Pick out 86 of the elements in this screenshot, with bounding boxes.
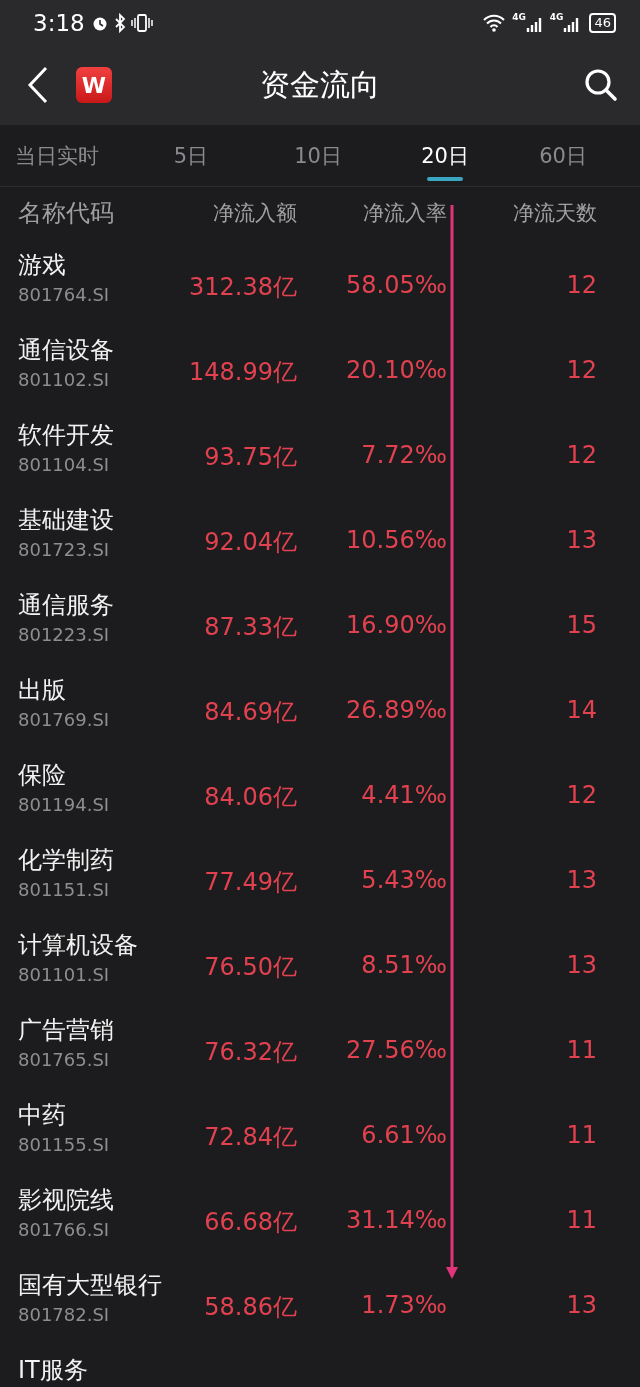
network-label: 4G [512,12,526,22]
sector-code: 801769.SI [18,708,111,732]
inflow-days: 12 [447,356,597,384]
inflow-days: 13 [447,866,597,894]
net-inflow-amount: 84.06亿 [203,782,297,813]
inflow-days: 11 [447,1206,597,1234]
search-icon[interactable] [584,68,618,102]
net-inflow-amount: 84.69亿 [203,697,297,728]
inflow-days: 12 [447,781,597,809]
inflow-days: 11 [447,1121,597,1149]
sector-name: 通信服务 [18,592,115,619]
period-tab[interactable]: 20日 [404,125,486,187]
sector-name: 软件开发 [18,422,115,449]
net-inflow-amount: 72.84亿 [203,1122,297,1153]
period-tab[interactable]: 5日 [150,125,232,187]
sector-code: 801155.SI [18,1133,111,1157]
inflow-days: 13 [447,526,597,554]
sector-code: 801782.SI [18,1303,111,1327]
net-inflow-amount: 77.49亿 [203,867,297,898]
net-inflow-rate: 5.43‰ [360,866,447,894]
sector-code: 801194.SI [18,793,111,817]
net-inflow-amount: 66.68亿 [203,1207,297,1238]
net-inflow-rate: 58.05‰ [345,271,447,299]
column-header[interactable]: 净流入率 [297,199,447,227]
net-inflow-rate: 20.10‰ [345,356,447,384]
net-inflow-amount: 93.75亿 [203,442,297,473]
net-inflow-amount: 312.38亿 [188,272,297,303]
sector-name: 基础建设 [18,507,115,534]
sector-code: 801102.SI [18,368,111,392]
period-tab[interactable]: 60日 [486,125,640,187]
sector-code: 801764.SI [18,283,111,307]
net-inflow-rate: 4.41‰ [360,781,447,809]
inflow-days: 12 [447,271,597,299]
sector-name: IT服务 [18,1357,89,1384]
sector-code: 801151.SI [18,878,111,902]
net-inflow-rate: 10.56‰ [345,526,447,554]
net-inflow-rate: 16.90‰ [345,611,447,639]
net-inflow-amount: 87.33亿 [203,612,297,643]
inflow-days: 11 [447,1036,597,1064]
net-inflow-rate: 8.51‰ [360,951,447,979]
sector-code: 801765.SI [18,1048,111,1072]
net-inflow-rate: 27.56‰ [345,1036,447,1064]
sector-code: 801101.SI [18,963,111,987]
sector-code: 801723.SI [18,538,111,562]
bluetooth-icon [112,12,127,33]
net-inflow-rate: 26.89‰ [345,696,447,724]
net-inflow-rate: 1.73‰ [360,1291,447,1319]
inflow-days: 15 [447,611,597,639]
sector-name: 广告营销 [18,1017,115,1044]
sector-name: 计算机设备 [18,932,139,959]
net-inflow-amount: 58.86亿 [203,1292,297,1323]
sector-code: 801104.SI [18,453,111,477]
inflow-days: 13 [447,951,597,979]
sector-name: 通信设备 [18,337,115,364]
back-button[interactable] [26,66,50,104]
inflow-days: 13 [447,1291,597,1319]
sector-name: 出版 [18,677,67,704]
wifi-icon [482,12,507,33]
period-tab[interactable]: 10日 [232,125,404,187]
sector-name: 中药 [18,1102,67,1129]
column-header[interactable]: 名称代码 [18,197,180,229]
sector-code: 801223.SI [18,623,111,647]
page-title: 资金流向 [260,65,380,104]
sector-name: 化学制药 [18,847,115,874]
column-header[interactable]: 净流入额 [180,199,297,227]
net-inflow-amount: 76.32亿 [203,1037,297,1068]
sector-code: 801766.SI [18,1218,111,1242]
net-inflow-amount: 76.50亿 [203,952,297,983]
sector-name: 影视院线 [18,1187,115,1214]
net-inflow-rate: 31.14‰ [345,1206,447,1234]
sector-name: 游戏 [18,252,67,279]
column-header[interactable]: 净流天数 [447,199,597,227]
net-inflow-amount: 92.04亿 [203,527,297,558]
network-label: 4G [549,12,564,22]
sector-name: 保险 [18,762,67,789]
inflow-days: 14 [447,696,597,724]
sector-name: 国有大型银行 [18,1272,163,1299]
net-inflow-rate: 6.61‰ [360,1121,447,1149]
battery-level: 46 [589,12,616,33]
clock-time: 3:18 [33,9,85,36]
net-inflow-rate: 7.72‰ [360,441,447,469]
inflow-days: 12 [447,441,597,469]
net-inflow-amount: 148.99亿 [188,357,297,388]
period-tab[interactable]: 当日实时 [0,125,150,187]
vibrate-icon [130,12,153,33]
app-logo: W [76,67,112,103]
